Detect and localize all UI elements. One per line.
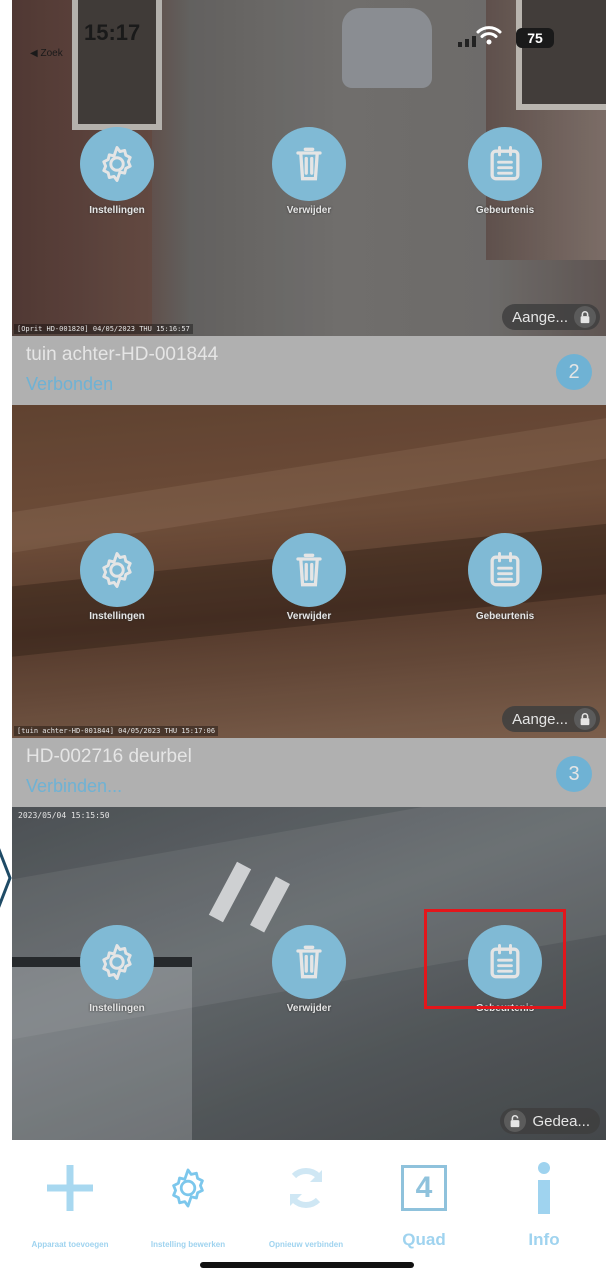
lock-open-icon — [504, 1110, 527, 1132]
quad-number: 4 — [401, 1165, 447, 1211]
status-bar: 15:17 ◀ Zoek 75 — [0, 0, 606, 60]
lock-status-text: Aange... — [512, 710, 568, 728]
add-device-button[interactable]: Apparaat toevoegen — [10, 1140, 130, 1270]
settings-button[interactable] — [80, 127, 154, 201]
highlight-box — [424, 909, 566, 1009]
delete-label: Verwijder — [286, 1003, 332, 1014]
back-to-search-link[interactable]: ◀ Zoek — [30, 48, 63, 59]
lock-status-text: Gedea... — [532, 1112, 590, 1130]
camera-name: HD-002716 deurbel — [26, 746, 192, 767]
bottom-toolbar: Apparaat toevoegen Instelling bewerken O… — [0, 1140, 606, 1276]
edit-settings-label: Instelling bewerken — [150, 1240, 226, 1249]
lock-closed-icon — [574, 708, 596, 730]
camera-header-2[interactable]: tuin achter-HD-001844 Verbonden 2 — [12, 336, 606, 405]
gear-icon — [102, 944, 132, 980]
connection-status: Verbinden... — [26, 776, 123, 796]
plus-icon — [38, 1156, 102, 1220]
camera-timestamp: [tuin achter-HD-001844] 04/05/2023 THU 1… — [14, 726, 219, 736]
wifi-icon — [476, 26, 502, 45]
calendar-list-icon — [490, 146, 520, 181]
reconnect-label: Opnieuw verbinden — [268, 1240, 344, 1249]
camera-timestamp: 2023/05/04 15:15:50 — [18, 811, 110, 820]
lock-status-text: Aange... — [512, 308, 568, 326]
settings-label: Instellingen — [89, 205, 145, 216]
quad-label: Quad — [402, 1230, 446, 1249]
trash-icon — [296, 553, 322, 587]
delete-button[interactable] — [272, 925, 346, 999]
events-button[interactable] — [468, 127, 542, 201]
home-indicator[interactable] — [200, 1262, 414, 1268]
add-device-label: Apparaat toevoegen — [31, 1240, 109, 1249]
settings-label: Instellingen — [89, 611, 145, 622]
delete-label: Verwijder — [286, 205, 332, 216]
lock-status-pill[interactable]: Gedea... — [500, 1108, 600, 1134]
lock-status-pill[interactable]: Aange... — [502, 706, 600, 732]
refresh-icon — [274, 1156, 338, 1220]
lock-closed-icon — [574, 306, 596, 328]
chevron-right-icon[interactable] — [0, 838, 14, 918]
camera-view-2[interactable]: Instellingen Verwijder Gebeurtenis [tuin… — [12, 405, 606, 738]
trash-icon — [296, 945, 322, 979]
info-button[interactable]: Info — [484, 1140, 604, 1270]
reconnect-button[interactable]: Opnieuw verbinden — [246, 1140, 366, 1270]
gear-icon — [102, 146, 132, 182]
status-time: 15:17 — [84, 20, 141, 45]
events-button[interactable] — [468, 533, 542, 607]
settings-label: Instellingen — [89, 1003, 145, 1014]
events-label: Gebeurtenis — [475, 205, 535, 216]
signal-icon — [458, 36, 476, 47]
lock-status-pill[interactable]: Aange... — [502, 304, 600, 330]
camera-header-3[interactable]: HD-002716 deurbel Verbinden... 3 — [12, 738, 606, 807]
settings-button[interactable] — [80, 533, 154, 607]
delete-button[interactable] — [272, 127, 346, 201]
connection-status: Verbonden — [26, 374, 114, 394]
trash-icon — [296, 147, 322, 181]
events-label: Gebeurtenis — [475, 611, 535, 622]
calendar-list-icon — [490, 552, 520, 587]
battery-icon: 75 — [516, 28, 554, 48]
edit-settings-button[interactable]: Instelling bewerken — [128, 1140, 248, 1270]
info-icon — [512, 1156, 576, 1220]
gear-icon — [102, 552, 132, 588]
quad-button[interactable]: 4 Quad — [364, 1140, 484, 1270]
camera-number-badge: 3 — [556, 756, 592, 792]
delete-button[interactable] — [272, 533, 346, 607]
delete-label: Verwijder — [286, 611, 332, 622]
camera-name: tuin achter-HD-001844 — [26, 344, 219, 365]
settings-button[interactable] — [80, 925, 154, 999]
gear-icon — [156, 1156, 220, 1220]
camera-timestamp: [Oprit HD-001820] 04/05/2023 THU 15:16:5… — [14, 324, 193, 334]
info-label: Info — [528, 1230, 560, 1249]
quad-icon: 4 — [392, 1156, 456, 1220]
camera-number-badge: 2 — [556, 354, 592, 390]
